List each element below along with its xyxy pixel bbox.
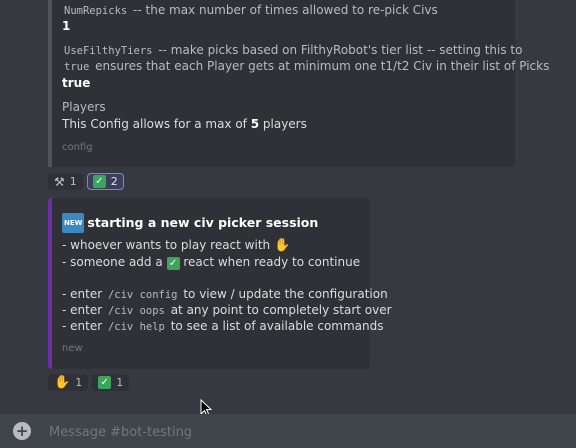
check-icon: ✓ [98, 376, 112, 389]
reaction-count: 1 [75, 376, 83, 389]
use-filthy-tiers-code: UseFilthyTiers [62, 44, 155, 58]
config-embed: NumRepicks -- the max number of times al… [48, 0, 549, 167]
players-label: Players [62, 100, 106, 114]
instruction-line-5: - enter /civ help to see a list of avail… [62, 318, 384, 335]
new-session-embed: NEW starting a new civ picker session - w… [48, 198, 392, 369]
message-composer: + [0, 414, 576, 448]
instruction-text: - enter [62, 303, 106, 317]
embed-title-text: starting a new civ picker session [87, 215, 319, 230]
reaction-raised-hand[interactable]: ✋ 1 [48, 374, 89, 391]
use-filthy-tiers-value: true [62, 76, 91, 90]
instruction-text: - whoever wants to play react with [62, 238, 274, 252]
instruction-text: - enter [62, 287, 106, 301]
instruction-text: at any point to completely start over [166, 303, 392, 317]
reaction-check[interactable]: ✓ 2 [86, 173, 124, 190]
true-code: true [62, 60, 92, 74]
civ-help-code: /civ help [105, 320, 167, 334]
num-repicks-desc: -- the max number of times allowed to re… [129, 3, 438, 17]
use-filthy-tiers-desc-2: ensures that each Player gets at minimum… [91, 59, 550, 73]
players-post: players [259, 117, 307, 131]
num-repicks-value: 1 [62, 19, 71, 33]
reaction-tools[interactable]: ⚒ 1 [48, 173, 83, 190]
reaction-check[interactable]: ✓ 1 [92, 374, 130, 391]
reactions-row-2: ✋ 1 ✓ 1 [48, 374, 130, 391]
instruction-text: - someone add a [62, 255, 167, 269]
reaction-count: 1 [69, 175, 77, 188]
reactions-row-1: ⚒ 1 ✓ 2 [48, 173, 124, 190]
num-repicks-line: NumRepicks -- the max number of times al… [62, 2, 438, 19]
check-icon: ✓ [92, 175, 106, 188]
use-filthy-tiers-desc: -- make picks based on FilthyRobot's tie… [154, 43, 523, 57]
instruction-text: react when ready to continue [179, 255, 361, 269]
instruction-line-2: - someone add a ✓ react when ready to co… [62, 254, 360, 270]
raised-hand-icon: ✋ [273, 238, 291, 253]
civ-oops-code: /civ oops [105, 304, 167, 318]
reaction-count: 1 [116, 376, 124, 389]
config-footer: config [62, 142, 93, 153]
players-num: 5 [250, 117, 260, 131]
instruction-line-1: - whoever wants to play react with ✋ [62, 237, 290, 254]
players-pre: This Config allows for a max of [62, 117, 251, 131]
players-line: This Config allows for a max of 5 player… [62, 116, 307, 132]
tools-icon: ⚒ [54, 174, 65, 189]
instruction-text: to see a list of available commands [166, 319, 384, 333]
message-input[interactable] [47, 421, 551, 443]
check-icon: ✓ [166, 257, 180, 270]
instruction-text: to view / update the configuration [179, 287, 388, 301]
use-filthy-tiers-line: UseFilthyTiers -- make picks based on Fi… [62, 42, 522, 59]
new-footer: new [62, 343, 83, 354]
reaction-count: 2 [110, 175, 118, 188]
embed-title: NEW starting a new civ picker session [62, 213, 318, 233]
new-badge-icon: NEW [62, 213, 85, 233]
plus-icon[interactable]: + [13, 422, 31, 440]
instruction-text: - enter [62, 319, 106, 333]
num-repicks-code: NumRepicks [62, 4, 130, 18]
raised-hand-icon: ✋ [54, 375, 71, 390]
instruction-line-3: - enter /civ config to view / update the… [62, 286, 388, 303]
use-filthy-tiers-line-2: true ensures that each Player gets at mi… [62, 58, 549, 75]
civ-config-code: /civ config [105, 288, 180, 302]
instruction-line-4: - enter /civ oops at any point to comple… [62, 302, 392, 319]
